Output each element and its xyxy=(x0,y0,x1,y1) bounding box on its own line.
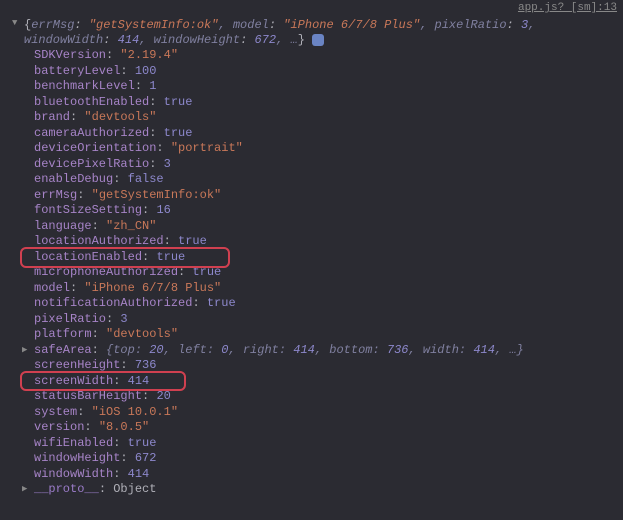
prop-value: true xyxy=(178,234,207,248)
prop-row-screenHeight[interactable]: screenHeight: 736 xyxy=(34,358,623,374)
prop-value: 736 xyxy=(135,358,157,372)
prop-key: windowWidth xyxy=(34,467,113,481)
prop-row-windowWidth[interactable]: windowWidth: 414 xyxy=(34,467,623,483)
source-link[interactable]: app.js? [sm]:13 xyxy=(0,0,623,16)
prop-value: true xyxy=(156,250,185,264)
prop-row-batteryLevel[interactable]: batteryLevel: 100 xyxy=(34,64,623,80)
chevron-right-icon[interactable]: ▶ xyxy=(22,482,27,498)
prop-row-safeArea[interactable]: ▶safeArea: {top: 20, left: 0, right: 414… xyxy=(34,343,623,359)
prop-value: "iOS 10.0.1" xyxy=(92,405,178,419)
prop-key: batteryLevel xyxy=(34,64,120,78)
prop-key: __proto__ xyxy=(34,482,99,496)
prop-value: Object xyxy=(113,482,156,496)
prop-key: locationEnabled xyxy=(34,250,142,264)
prop-value: "iPhone 6/7/8 Plus" xyxy=(84,281,221,295)
prop-key: fontSizeSetting xyxy=(34,203,142,217)
prop-key: SDKVersion xyxy=(34,48,106,62)
prop-key: version xyxy=(34,420,84,434)
prop-key: bluetoothEnabled xyxy=(34,95,149,109)
prop-key: model xyxy=(34,281,70,295)
prop-row-statusBarHeight[interactable]: statusBarHeight: 20 xyxy=(34,389,623,405)
prop-value: 1 xyxy=(149,79,156,93)
prop-row-screenWidth[interactable]: screenWidth: 414 xyxy=(34,374,623,390)
chevron-down-icon[interactable]: ▼ xyxy=(12,18,22,28)
prop-value: "2.19.4" xyxy=(120,48,178,62)
prop-key: notificationAuthorized xyxy=(34,296,192,310)
prop-row-microphoneAuthorized[interactable]: microphoneAuthorized: true xyxy=(34,265,623,281)
prop-row-model[interactable]: model: "iPhone 6/7/8 Plus" xyxy=(34,281,623,297)
prop-key: microphoneAuthorized xyxy=(34,265,178,279)
prop-value: "portrait" xyxy=(171,141,243,155)
prop-value: true xyxy=(164,126,193,140)
prop-row-cameraAuthorized[interactable]: cameraAuthorized: true xyxy=(34,126,623,142)
prop-value: true xyxy=(164,95,193,109)
prop-row-SDKVersion[interactable]: SDKVersion: "2.19.4" xyxy=(34,48,623,64)
prop-value: "devtools" xyxy=(84,110,156,124)
object-summary-row[interactable]: ▼ {errMsg: "getSystemInfo:ok", model: "i… xyxy=(6,18,623,48)
object-tree: ▼ {errMsg: "getSystemInfo:ok", model: "i… xyxy=(0,16,623,500)
prop-key: system xyxy=(34,405,77,419)
prop-value: 3 xyxy=(164,157,171,171)
prop-value: true xyxy=(207,296,236,310)
prop-row-deviceOrientation[interactable]: deviceOrientation: "portrait" xyxy=(34,141,623,157)
prop-row-errMsg[interactable]: errMsg: "getSystemInfo:ok" xyxy=(34,188,623,204)
prop-key: platform xyxy=(34,327,92,341)
prop-value: 16 xyxy=(156,203,170,217)
prop-value: {top: 20, left: 0, right: 414, bottom: 7… xyxy=(106,343,524,357)
prop-key: screenWidth xyxy=(34,374,113,388)
prop-key: cameraAuthorized xyxy=(34,126,149,140)
prop-row-version[interactable]: version: "8.0.5" xyxy=(34,420,623,436)
prop-value: "getSystemInfo:ok" xyxy=(92,188,222,202)
prop-key: benchmarkLevel xyxy=(34,79,135,93)
chevron-right-icon[interactable]: ▶ xyxy=(22,343,27,359)
prop-value: "zh_CN" xyxy=(106,219,156,233)
prop-row-devicePixelRatio[interactable]: devicePixelRatio: 3 xyxy=(34,157,623,173)
prop-key: devicePixelRatio xyxy=(34,157,149,171)
prop-row-fontSizeSetting[interactable]: fontSizeSetting: 16 xyxy=(34,203,623,219)
prop-value: 100 xyxy=(135,64,157,78)
prop-key: language xyxy=(34,219,92,233)
prop-key: deviceOrientation xyxy=(34,141,156,155)
prop-value: "8.0.5" xyxy=(99,420,149,434)
prop-row-proto[interactable]: ▶__proto__: Object xyxy=(34,482,623,498)
prop-row-benchmarkLevel[interactable]: benchmarkLevel: 1 xyxy=(34,79,623,95)
prop-value: true xyxy=(128,436,157,450)
prop-key: locationAuthorized xyxy=(34,234,164,248)
prop-row-bluetoothEnabled[interactable]: bluetoothEnabled: true xyxy=(34,95,623,111)
prop-key: enableDebug xyxy=(34,172,113,186)
prop-row-pixelRatio[interactable]: pixelRatio: 3 xyxy=(34,312,623,328)
info-icon[interactable] xyxy=(312,34,324,46)
prop-row-brand[interactable]: brand: "devtools" xyxy=(34,110,623,126)
prop-row-platform[interactable]: platform: "devtools" xyxy=(34,327,623,343)
object-summary: {errMsg: "getSystemInfo:ok", model: "iPh… xyxy=(24,18,623,48)
prop-value: true xyxy=(192,265,221,279)
prop-key: windowHeight xyxy=(34,451,120,465)
prop-value: 3 xyxy=(120,312,127,326)
prop-row-wifiEnabled[interactable]: wifiEnabled: true xyxy=(34,436,623,452)
prop-row-system[interactable]: system: "iOS 10.0.1" xyxy=(34,405,623,421)
prop-key: brand xyxy=(34,110,70,124)
prop-key: statusBarHeight xyxy=(34,389,142,403)
prop-value: false xyxy=(128,172,164,186)
prop-key: errMsg xyxy=(34,188,77,202)
prop-row-language[interactable]: language: "zh_CN" xyxy=(34,219,623,235)
prop-value: "devtools" xyxy=(106,327,178,341)
prop-key: screenHeight xyxy=(34,358,120,372)
prop-key: pixelRatio xyxy=(34,312,106,326)
prop-value: 672 xyxy=(135,451,157,465)
prop-value: 414 xyxy=(128,374,150,388)
prop-key: safeArea xyxy=(34,343,92,357)
prop-row-notificationAuthorized[interactable]: notificationAuthorized: true xyxy=(34,296,623,312)
prop-key: wifiEnabled xyxy=(34,436,113,450)
prop-row-locationAuthorized[interactable]: locationAuthorized: true xyxy=(34,234,623,250)
prop-value: 414 xyxy=(128,467,150,481)
prop-row-enableDebug[interactable]: enableDebug: false xyxy=(34,172,623,188)
prop-row-windowHeight[interactable]: windowHeight: 672 xyxy=(34,451,623,467)
prop-row-locationEnabled[interactable]: locationEnabled: true xyxy=(34,250,623,266)
prop-value: 20 xyxy=(156,389,170,403)
